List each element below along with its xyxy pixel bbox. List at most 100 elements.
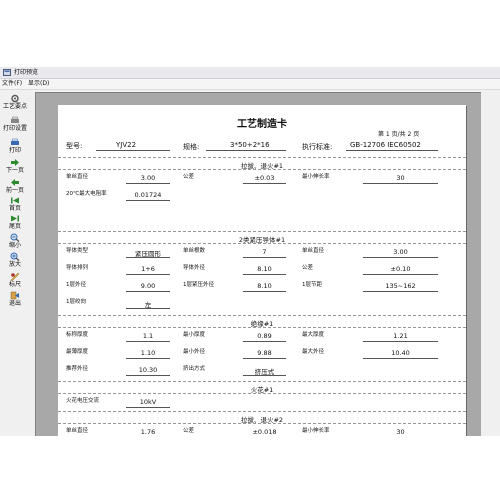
title-bar: 打印预览: [0, 67, 500, 79]
menu-file[interactable]: 文件(F): [2, 79, 22, 89]
field-underline: [126, 183, 170, 184]
field-value: 30: [396, 428, 405, 436]
field-value: 8.10: [257, 265, 272, 273]
field-label: 公差: [183, 428, 195, 434]
section-separator: [58, 327, 466, 328]
standard-label: 执行标准:: [302, 143, 333, 151]
field-underline: [363, 291, 438, 292]
field-value: ±0.03: [254, 174, 275, 182]
field-value: 7: [262, 248, 267, 256]
field-label: 单丝根数: [183, 248, 206, 254]
page-indicator: 第 1 页/共 2 页: [378, 131, 420, 138]
process-points-button[interactable]: 工艺要点: [0, 94, 30, 110]
last-page-button[interactable]: 尾页: [0, 214, 30, 230]
field-label: 1层绞向: [66, 299, 86, 305]
arrow-right-icon: [11, 159, 19, 166]
field-underline: [363, 341, 438, 342]
field-label: 1层紧压外径: [183, 282, 214, 288]
exit-icon: [10, 291, 19, 300]
preview-page: 工艺制造卡 第 1 页/共 2 页 型号: YJV22 规格: 3*50+2*1…: [58, 105, 466, 437]
field-value: 135~162: [385, 282, 416, 290]
menu-view[interactable]: 显示(D): [28, 79, 49, 89]
spec-underline: [206, 150, 286, 151]
section-separator: [58, 423, 466, 424]
field-value: 1.76: [140, 428, 156, 436]
section-separator: [58, 393, 466, 394]
field-label: 挤出方式: [183, 366, 206, 372]
field-value: 1.10: [140, 349, 156, 357]
printer-icon: [11, 138, 19, 145]
field-value: 3.00: [140, 174, 156, 182]
field-label: 20℃最大电阻率: [66, 191, 107, 197]
next-page-button[interactable]: 下一页: [0, 158, 30, 174]
field-label: 推荐外径: [66, 366, 89, 372]
background: [0, 436, 500, 500]
arrow-left-icon: [11, 179, 19, 186]
gear-icon: [11, 94, 19, 103]
field-label: 公差: [302, 265, 314, 271]
field-value: 0.89: [257, 332, 272, 340]
spec-label: 规格:: [183, 143, 200, 151]
field-label: 导体类型: [66, 248, 89, 254]
field-underline: [363, 274, 438, 275]
print-button[interactable]: 打印: [0, 138, 30, 154]
field-underline: [126, 407, 170, 408]
field-label: 最大外径: [302, 349, 325, 355]
field-label: 导体排列: [66, 265, 89, 271]
exit-button[interactable]: 退出: [0, 291, 30, 307]
model-value: YJV22: [116, 141, 137, 149]
field-underline: [126, 375, 170, 376]
field-value: 30: [396, 174, 405, 182]
zoom-in-icon: [10, 252, 20, 261]
field-underline: [126, 200, 170, 201]
field-label: 1层节距: [302, 282, 322, 288]
zoom-in-button[interactable]: 放大: [0, 252, 30, 268]
field-label: 火花电压交流: [66, 398, 100, 404]
field-underline: [243, 183, 286, 184]
field-underline: [363, 257, 438, 258]
document-title: 工艺制造卡: [237, 119, 287, 130]
zoom-out-icon: [10, 233, 20, 242]
field-underline: [363, 183, 438, 184]
ruler-icon: [10, 272, 20, 281]
field-label: 最薄厚度: [66, 349, 89, 355]
print-settings-button[interactable]: 打印设置: [0, 116, 30, 132]
field-underline: [126, 308, 170, 309]
model-label: 型号:: [66, 142, 83, 150]
ruler-button[interactable]: 标尺: [0, 272, 30, 288]
field-underline: [126, 358, 170, 359]
previous-page-button[interactable]: 前一页: [0, 178, 30, 194]
field-underline: [126, 291, 170, 292]
field-label: 1层外径: [66, 282, 86, 288]
printer-settings-icon: [11, 116, 19, 123]
field-value: 1.1: [142, 332, 154, 340]
field-label: 单丝直径: [66, 174, 89, 180]
menu-bar: 文件(F) 显示(D): [0, 79, 500, 90]
field-label: 导体外径: [183, 265, 206, 271]
preview-viewport[interactable]: 工艺制造卡 第 1 页/共 2 页 型号: YJV22 规格: 3*50+2*1…: [35, 92, 481, 437]
field-underline: [243, 341, 286, 342]
field-label: 最大厚度: [302, 332, 325, 338]
zoom-out-button[interactable]: 缩小: [0, 233, 30, 249]
last-page-icon: [11, 215, 19, 222]
field-value: ±0.018: [252, 428, 277, 436]
section-separator: [58, 169, 466, 170]
standard-underline: [346, 150, 438, 151]
field-label: 最小外径: [183, 349, 206, 355]
field-underline: [126, 257, 170, 258]
field-label: 最小厚度: [183, 332, 206, 338]
field-value: 9.88: [257, 349, 272, 357]
standard-value: GB-12706 IEC60502: [350, 141, 421, 149]
section-separator: [58, 243, 466, 244]
field-underline: [243, 291, 286, 292]
field-underline: [243, 358, 286, 359]
section-separator: [58, 381, 466, 382]
field-underline: [363, 358, 438, 359]
first-page-button[interactable]: 首页: [0, 196, 30, 212]
field-underline: [243, 257, 286, 258]
field-value: 0.01724: [134, 191, 162, 199]
field-label: 单丝直径: [66, 428, 89, 434]
field-underline: [243, 274, 286, 275]
field-label: 最小伸长率: [302, 428, 330, 434]
print-preview-window: 打印预览 文件(F) 显示(D) 工艺要点 打印设置 打印 下一页 前一页 首页: [0, 67, 500, 437]
